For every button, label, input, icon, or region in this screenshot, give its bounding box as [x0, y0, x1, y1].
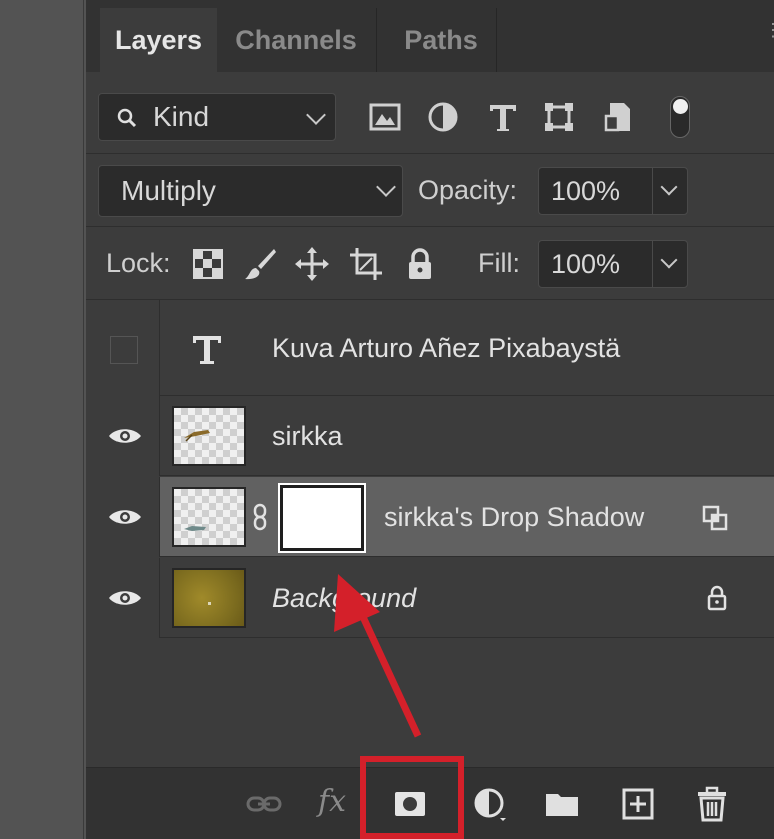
- eye-icon[interactable]: [108, 588, 142, 608]
- delete-layer-icon[interactable]: [694, 786, 730, 822]
- blend-mode-select[interactable]: Multiply: [98, 165, 403, 217]
- tab-separator: [376, 8, 377, 72]
- annotation-arrow: [334, 574, 422, 738]
- tab-separator: [496, 8, 497, 72]
- thumbnail-speck: [208, 602, 211, 605]
- lock-artboard-icon[interactable]: [348, 246, 384, 282]
- layer-thumbnail[interactable]: [172, 568, 246, 628]
- fill-value: 100%: [551, 249, 621, 279]
- lock-label: Lock:: [106, 248, 171, 278]
- layer-name[interactable]: sirkka: [272, 396, 343, 476]
- tab-paths[interactable]: Paths: [386, 8, 496, 72]
- blend-mode-value: Multiply: [121, 175, 216, 206]
- filter-toggle-knob: [673, 99, 688, 114]
- smart-object-filter-icon[interactable]: [602, 100, 636, 134]
- layer-row-text[interactable]: Kuva Arturo Añez Pixabaystä: [86, 300, 774, 396]
- visibility-column[interactable]: [86, 558, 160, 638]
- layer-row-sirkka[interactable]: sirkka: [86, 396, 774, 476]
- filter-kind-label: Kind: [153, 101, 210, 132]
- tab-layers[interactable]: Layers: [100, 8, 217, 72]
- visibility-toggle-empty[interactable]: [110, 336, 138, 364]
- mask-link-icon[interactable]: [252, 503, 268, 531]
- fill-label: Fill:: [478, 248, 520, 278]
- type-filter-icon[interactable]: [486, 100, 520, 134]
- visibility-column[interactable]: [86, 396, 160, 476]
- lock-image-pixels-icon[interactable]: [242, 246, 278, 282]
- filter-kind-select[interactable]: Kind: [98, 93, 336, 141]
- shadow-thumbnail-image: [184, 526, 206, 531]
- link-layers-icon[interactable]: [246, 786, 282, 822]
- layer-row-drop-shadow[interactable]: sirkka's Drop Shadow: [86, 477, 774, 557]
- image-filter-icon[interactable]: [368, 100, 402, 134]
- layer-name[interactable]: Kuva Arturo Añez Pixabaystä: [272, 300, 620, 396]
- chevron-down-icon[interactable]: [660, 251, 678, 269]
- blend-row: Multiply Opacity: 100%: [86, 155, 774, 227]
- layer-effects-icon: [702, 505, 728, 531]
- chevron-down-icon[interactable]: [660, 178, 678, 196]
- eye-icon[interactable]: [108, 507, 142, 527]
- tab-channels[interactable]: Channels: [226, 8, 366, 72]
- new-group-icon[interactable]: [544, 786, 580, 822]
- chevron-down-icon: [306, 105, 326, 125]
- fill-field[interactable]: 100%: [538, 240, 688, 288]
- opacity-label: Opacity:: [418, 175, 518, 205]
- layer-name[interactable]: sirkka's Drop Shadow: [384, 477, 644, 557]
- shape-filter-icon[interactable]: [542, 100, 576, 134]
- panel-tabbar: Layers Channels Paths ⋮: [86, 0, 774, 72]
- layer-thumbnail[interactable]: [172, 487, 246, 547]
- field-divider: [652, 168, 653, 214]
- text-layer-icon: [193, 336, 221, 364]
- lock-transparent-pixels-icon[interactable]: [190, 246, 226, 282]
- layer-mask-thumbnail[interactable]: [278, 483, 366, 553]
- lock-row: Lock: Fill: 100%: [86, 228, 774, 300]
- lock-position-icon[interactable]: [294, 246, 330, 282]
- opacity-value: 100%: [551, 176, 621, 206]
- left-toolbar-strip: [0, 0, 84, 839]
- panel-menu-icon[interactable]: ⋮: [764, 21, 774, 48]
- new-layer-icon[interactable]: [620, 786, 656, 822]
- adjustment-filter-icon[interactable]: [426, 100, 460, 134]
- adjustment-layer-icon[interactable]: [472, 786, 508, 822]
- filter-row: Kind: [86, 72, 774, 154]
- cricket-thumbnail-image: [184, 430, 210, 442]
- field-divider: [652, 241, 653, 287]
- annotation-highlight-box: [360, 756, 464, 839]
- search-icon: [117, 108, 137, 128]
- filter-toggle-icon[interactable]: [670, 96, 690, 138]
- lock-icon: [707, 585, 727, 611]
- lock-all-icon[interactable]: [402, 246, 438, 282]
- fx-icon[interactable]: fx: [318, 780, 354, 819]
- visibility-column[interactable]: [86, 477, 160, 557]
- visibility-column[interactable]: [86, 300, 160, 396]
- opacity-field[interactable]: 100%: [538, 167, 688, 215]
- chevron-down-icon: [376, 177, 396, 197]
- eye-icon[interactable]: [108, 426, 142, 446]
- layer-thumbnail[interactable]: [172, 406, 246, 466]
